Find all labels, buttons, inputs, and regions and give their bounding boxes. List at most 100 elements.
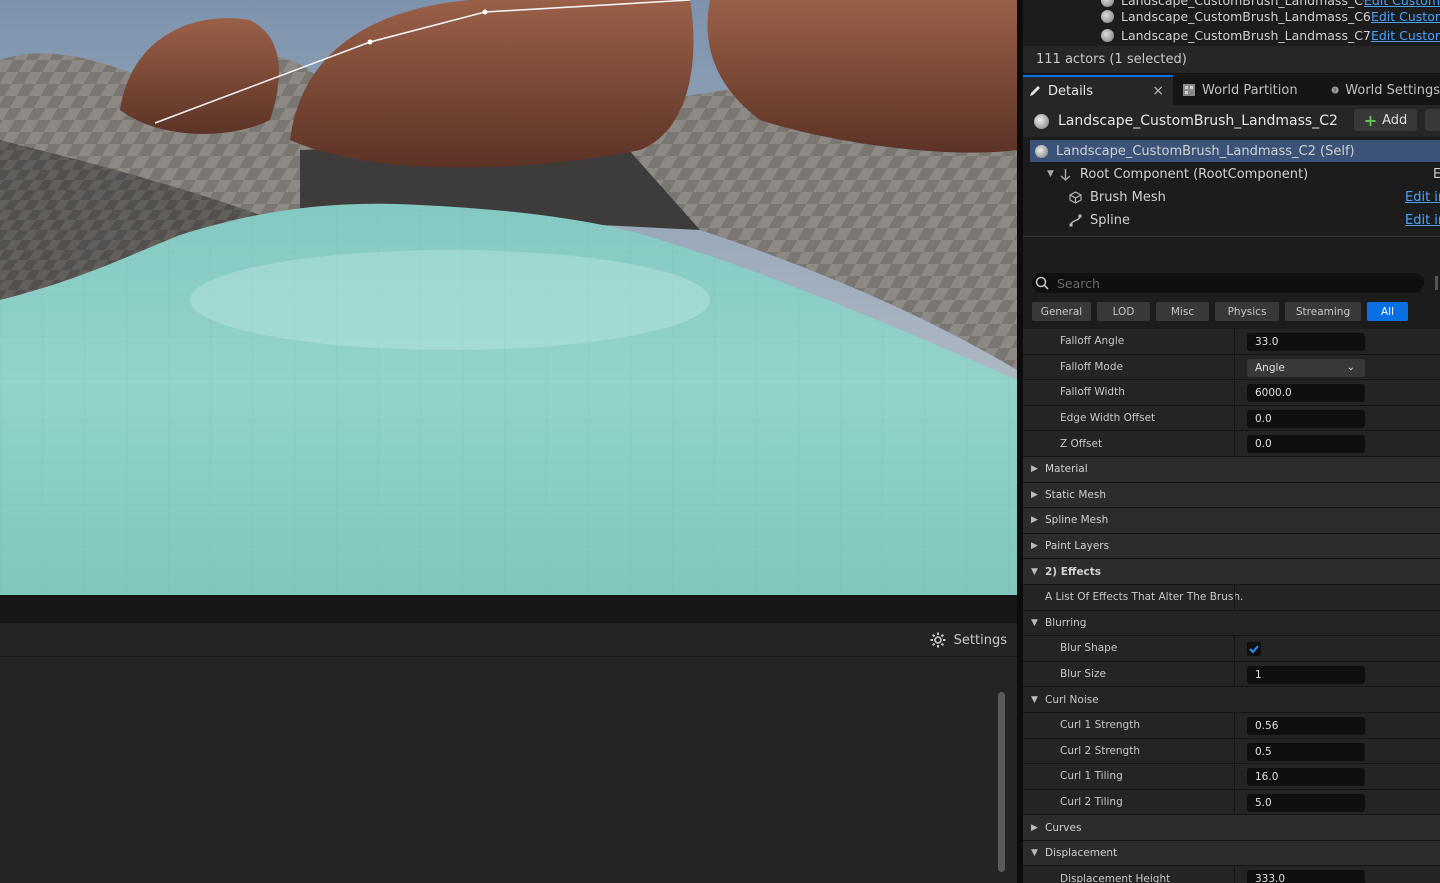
- prop-name: Edge Width Offset: [1060, 412, 1156, 425]
- blur-shape-checkbox[interactable]: [1247, 642, 1261, 657]
- tab-world-settings[interactable]: World Settings: [1326, 75, 1440, 105]
- edge-width-offset-input[interactable]: 0.0: [1247, 409, 1365, 428]
- filter-misc[interactable]: Misc: [1156, 302, 1209, 321]
- component-row-root[interactable]: ▼ Root Component (RootComponent) E: [1023, 163, 1440, 185]
- curl2-strength-input[interactable]: 0.5: [1247, 742, 1365, 761]
- property-matrix-button[interactable]: [1435, 276, 1438, 290]
- category-static-mesh[interactable]: ▶ Static Mesh: [1023, 482, 1440, 509]
- category-label: Spline Mesh: [1045, 514, 1109, 527]
- column-divider[interactable]: [1234, 636, 1235, 661]
- chevron-down-icon: ⌄: [1346, 361, 1355, 373]
- edit-in-blueprint-link[interactable]: Edit in: [1405, 213, 1440, 228]
- prop-curl2-tiling: Curl 2 Tiling 5.0: [1023, 789, 1440, 816]
- actor-icon: [1101, 10, 1114, 23]
- column-divider[interactable]: [1234, 584, 1235, 610]
- group-curl-noise[interactable]: ▼ Curl Noise: [1023, 687, 1440, 713]
- settings-button[interactable]: Settings: [930, 629, 1007, 651]
- globe-icon: [1331, 86, 1339, 94]
- component-label: Brush Mesh: [1090, 189, 1166, 205]
- blur-size-input[interactable]: 1: [1247, 665, 1365, 684]
- column-divider[interactable]: [1234, 354, 1235, 380]
- outliner-row[interactable]: Landscape_CustomBrush_Landmass_C6 Edit C…: [1101, 7, 1440, 26]
- search-input[interactable]: [1057, 275, 1387, 291]
- actor-icon: [1035, 144, 1048, 158]
- search-icon: [1035, 276, 1049, 290]
- viewport-status-strip: [0, 595, 1017, 623]
- group-label: Curl Noise: [1045, 693, 1099, 706]
- z-offset-input[interactable]: 0.0: [1247, 435, 1365, 454]
- component-row-brush-mesh[interactable]: Brush Mesh Edit in: [1023, 186, 1440, 208]
- description-text: A List Of Effects That Alter The Brush.: [1045, 591, 1244, 604]
- category-label: Material: [1045, 463, 1088, 476]
- tab-world-partition[interactable]: World Partition: [1173, 75, 1326, 105]
- component-label: Root Component (RootComponent): [1079, 166, 1309, 182]
- prop-name: Z Offset: [1060, 437, 1103, 450]
- actor-count: 111 actors (1 selected): [1023, 46, 1440, 74]
- add-component-button[interactable]: + Add: [1354, 109, 1417, 131]
- component-label: Landscape_CustomBrush_Landmass_C2 (Self): [1056, 143, 1355, 159]
- viewport-scene: [0, 0, 1017, 595]
- category-material[interactable]: ▶ Material: [1023, 456, 1440, 483]
- prop-name: Displacement Height: [1060, 872, 1171, 883]
- actor-icon: [1101, 0, 1114, 7]
- tab-details[interactable]: Details ×: [1023, 75, 1173, 105]
- filter-all[interactable]: All: [1367, 302, 1408, 321]
- falloff-mode-select[interactable]: Angle ⌄: [1247, 358, 1365, 377]
- component-row-self[interactable]: Landscape_CustomBrush_Landmass_C2 (Self): [1030, 140, 1440, 162]
- column-divider[interactable]: [1234, 789, 1235, 815]
- component-label: Spline: [1090, 212, 1130, 228]
- category-displacement[interactable]: ▼ Displacement: [1023, 840, 1440, 867]
- prop-falloff-mode: Falloff Mode Angle ⌄: [1023, 354, 1440, 381]
- filter-lod[interactable]: LOD: [1097, 302, 1150, 321]
- level-viewport[interactable]: [0, 0, 1017, 595]
- column-divider[interactable]: [1234, 431, 1235, 456]
- filter-streaming[interactable]: Streaming: [1285, 302, 1361, 321]
- property-list: Falloff Angle 33.0 Falloff Mode Angle ⌄ …: [1023, 329, 1440, 883]
- category-label: Paint Layers: [1045, 540, 1110, 553]
- prop-name: Blur Shape: [1060, 642, 1118, 655]
- group-blurring[interactable]: ▼ Blurring: [1023, 610, 1440, 637]
- grid-icon: [1183, 84, 1195, 96]
- pencil-icon: [1030, 86, 1040, 96]
- chevron-right-icon: ▶: [1031, 515, 1038, 526]
- bottom-panel-scrollbar[interactable]: [998, 692, 1005, 872]
- outliner-row-edit-link[interactable]: Edit Custor: [1371, 28, 1440, 43]
- column-divider[interactable]: [1234, 712, 1235, 738]
- blueprint-button[interactable]: [1425, 109, 1440, 131]
- column-divider[interactable]: [1234, 738, 1235, 764]
- root-component-icon: [1060, 168, 1071, 181]
- bottom-panel: Settings: [0, 595, 1017, 883]
- column-divider[interactable]: [1234, 405, 1235, 431]
- group-label: Blurring: [1045, 616, 1087, 629]
- chevron-down-icon: ▼: [1031, 617, 1038, 628]
- prop-name: Falloff Angle: [1060, 335, 1125, 348]
- chevron-down-icon[interactable]: ▼: [1047, 169, 1054, 179]
- column-divider[interactable]: [1234, 380, 1235, 405]
- close-icon[interactable]: ×: [1152, 83, 1164, 99]
- outliner-row-edit-link[interactable]: Edit Custor: [1371, 9, 1440, 24]
- curl1-tiling-input[interactable]: 16.0: [1247, 768, 1365, 787]
- column-divider[interactable]: [1234, 661, 1235, 687]
- curl1-strength-input[interactable]: 0.56: [1247, 716, 1365, 735]
- column-divider[interactable]: [1234, 866, 1235, 883]
- bottom-toolbar: Settings: [0, 623, 1017, 657]
- column-divider[interactable]: [1234, 329, 1235, 354]
- filter-general[interactable]: General: [1032, 302, 1091, 321]
- falloff-width-input[interactable]: 6000.0: [1247, 384, 1365, 403]
- category-paint-layers[interactable]: ▶ Paint Layers: [1023, 533, 1440, 560]
- edit-in-blueprint-link[interactable]: Edit in: [1405, 190, 1440, 205]
- prop-name: Falloff Width: [1060, 386, 1125, 399]
- column-divider[interactable]: [1234, 764, 1235, 789]
- category-effects[interactable]: ▼ 2) Effects: [1023, 559, 1440, 585]
- category-spline-mesh[interactable]: ▶ Spline Mesh: [1023, 508, 1440, 534]
- filter-physics[interactable]: Physics: [1215, 302, 1279, 321]
- prop-blur-size: Blur Size 1: [1023, 661, 1440, 688]
- falloff-angle-input[interactable]: 33.0: [1247, 333, 1365, 351]
- component-row-spline[interactable]: Spline Edit in: [1023, 209, 1440, 231]
- displacement-height-input[interactable]: 333.0: [1247, 870, 1365, 883]
- outliner-row[interactable]: Landscape_CustomBrush_Landmass_C7 Edit C…: [1101, 26, 1440, 45]
- category-curves[interactable]: ▶ Curves: [1023, 815, 1440, 841]
- curl2-tiling-input[interactable]: 5.0: [1247, 793, 1365, 812]
- spline-icon: [1069, 214, 1082, 226]
- gear-icon: [930, 632, 946, 648]
